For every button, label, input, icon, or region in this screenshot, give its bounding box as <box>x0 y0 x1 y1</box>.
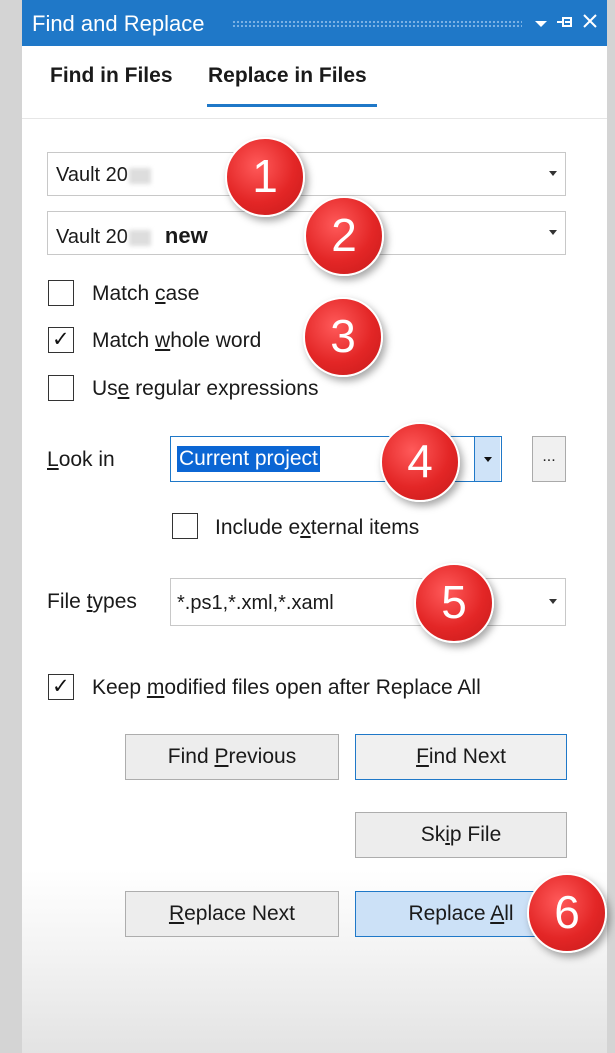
annotation-badge-2: 2 <box>304 196 384 276</box>
use-regex-label[interactable]: Use regular expressions <box>92 377 318 401</box>
file-types-combobox[interactable]: *.ps1,*.xml,*.xaml <box>170 578 566 626</box>
match-case-label[interactable]: Match case <box>92 282 199 306</box>
skip-file-button[interactable]: Skip File <box>355 812 567 858</box>
file-types-label: File types <box>47 590 137 613</box>
annotation-badge-3: 3 <box>303 297 383 377</box>
look-in-dropdown-button[interactable] <box>474 437 500 481</box>
find-next-button[interactable]: Find Next <box>355 734 567 780</box>
title-bar[interactable]: Find and Replace <box>22 0 607 46</box>
find-previous-button[interactable]: Find Previous <box>125 734 339 780</box>
annotation-badge-5: 5 <box>414 563 494 643</box>
browse-button[interactable]: ... <box>532 436 566 482</box>
close-icon[interactable] <box>577 7 603 37</box>
active-tab-indicator <box>207 104 377 107</box>
tab-replace-in-files[interactable]: Replace in Files <box>208 64 367 88</box>
dropdown-icon[interactable] <box>528 7 554 37</box>
chevron-down-icon[interactable] <box>549 171 557 176</box>
keep-modified-open-label[interactable]: Keep modified files open after Replace A… <box>92 676 481 700</box>
annotation-badge-4: 4 <box>380 422 460 502</box>
find-what-combobox[interactable]: Vault 20 <box>47 152 566 196</box>
chevron-down-icon[interactable] <box>549 599 557 604</box>
checkmark-icon: ✓ <box>52 675 70 698</box>
match-case-checkbox[interactable] <box>48 280 74 306</box>
include-external-label[interactable]: Include external items <box>215 516 419 540</box>
checkmark-icon: ✓ <box>52 328 70 351</box>
annotation-badge-1: 1 <box>225 137 305 217</box>
drag-grip[interactable] <box>232 20 522 27</box>
file-types-value: *.ps1,*.xml,*.xaml <box>177 592 334 614</box>
chevron-down-icon[interactable] <box>549 230 557 235</box>
find-replace-panel: Find and Replace Find in Files Replace i… <box>22 0 607 1053</box>
look-in-value: Current project <box>177 446 320 472</box>
annotation-badge-6: 6 <box>527 873 607 953</box>
replace-with-value: Vault 20 new <box>56 223 208 248</box>
tab-divider <box>22 118 607 119</box>
match-whole-word-checkbox[interactable]: ✓ <box>48 327 74 353</box>
look-in-label: Look in <box>47 448 115 471</box>
window-title: Find and Replace <box>32 11 205 36</box>
keep-modified-open-checkbox[interactable]: ✓ <box>48 674 74 700</box>
find-what-value: Vault 20 <box>56 164 151 187</box>
pin-icon[interactable] <box>552 7 578 37</box>
match-whole-word-label[interactable]: Match whole word <box>92 329 261 353</box>
include-external-checkbox[interactable] <box>172 513 198 539</box>
chevron-down-icon <box>484 457 492 462</box>
replace-next-button[interactable]: Replace Next <box>125 891 339 937</box>
tab-find-in-files[interactable]: Find in Files <box>50 64 173 88</box>
use-regex-checkbox[interactable] <box>48 375 74 401</box>
